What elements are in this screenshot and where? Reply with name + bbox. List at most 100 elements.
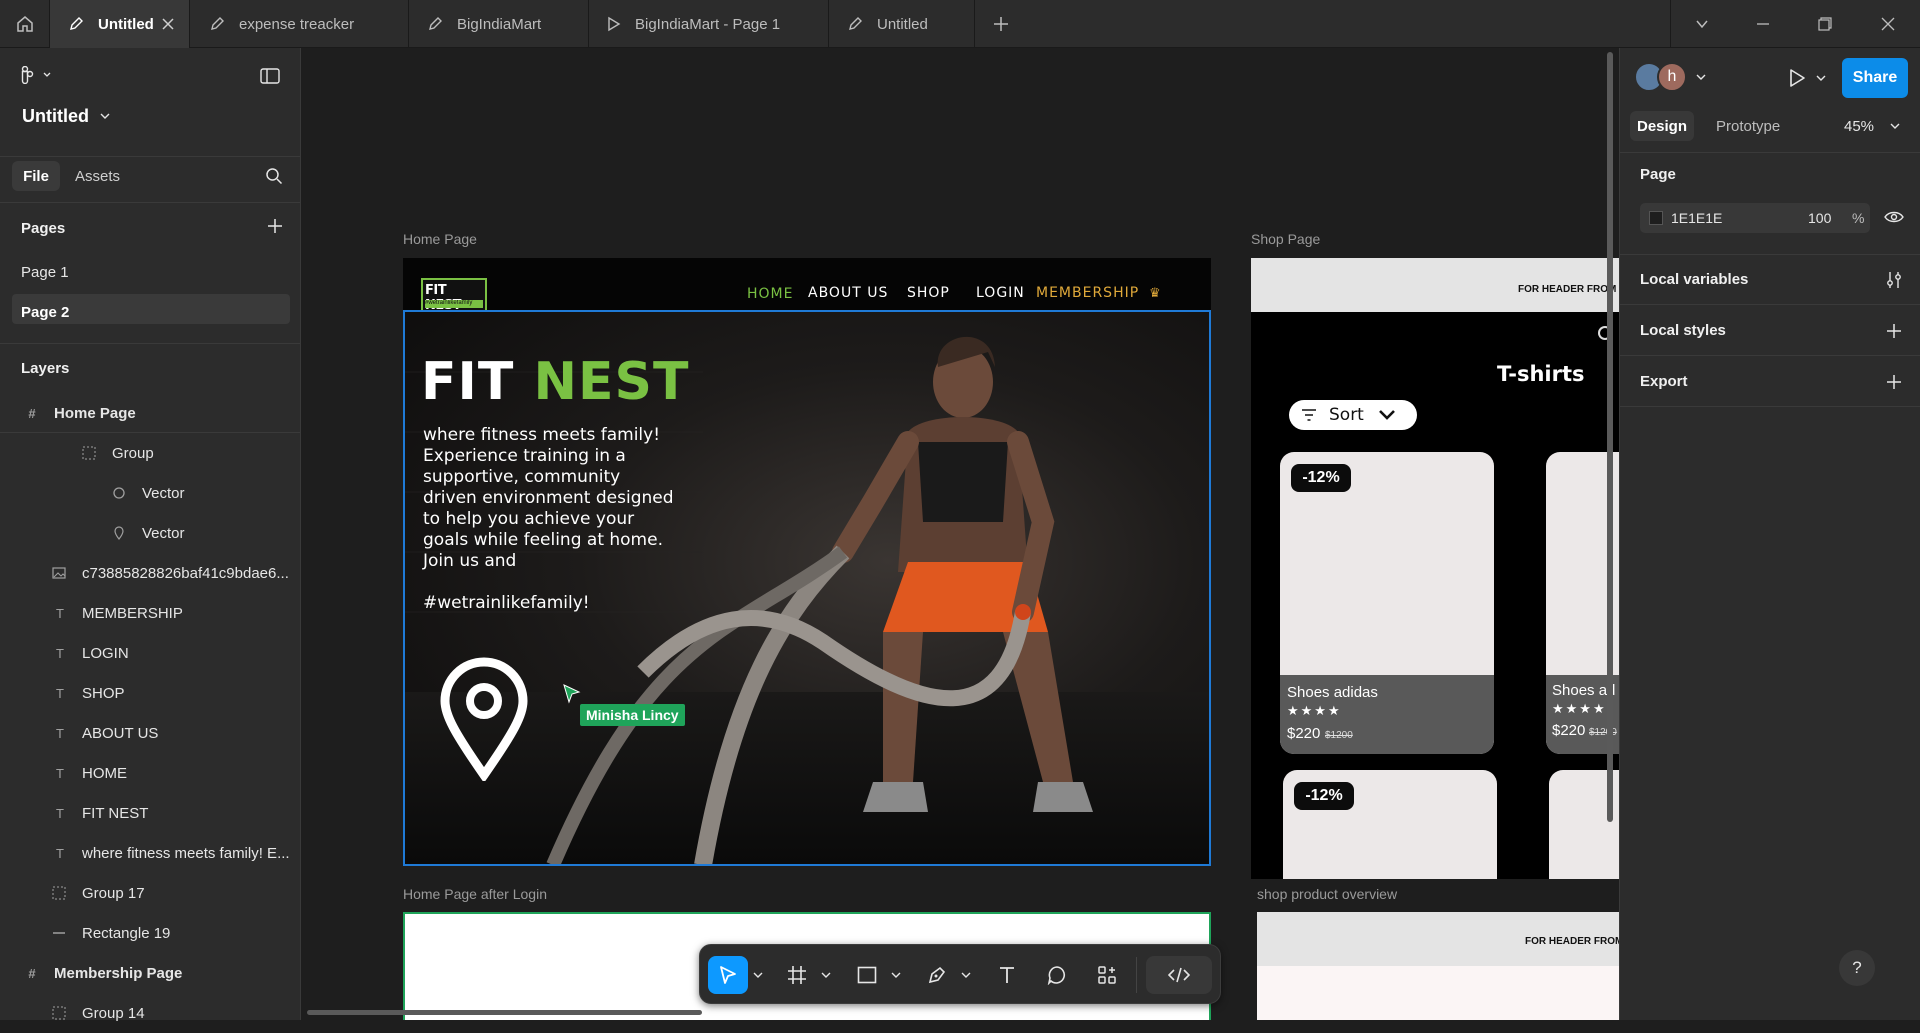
- product-card[interactable]: -12% Shoes adidas ★★★★ $220 $1200: [1280, 452, 1494, 754]
- layer-vector-ellipse[interactable]: Vector: [0, 473, 300, 513]
- pen-file-icon: [847, 16, 863, 32]
- horizontal-scrollbar[interactable]: [307, 1010, 702, 1015]
- frame-label-shop-overview[interactable]: shop product overview: [1257, 886, 1397, 902]
- nav-membership[interactable]: MEMBERSHIP: [1036, 285, 1139, 301]
- add-style-plus-icon[interactable]: [1886, 323, 1902, 339]
- nav-login[interactable]: LOGIN: [976, 285, 1025, 301]
- local-styles-section[interactable]: Local styles: [1620, 306, 1920, 356]
- file-name[interactable]: Untitled: [22, 106, 89, 127]
- layer-rectangle-19[interactable]: Rectangle 19: [0, 913, 300, 953]
- shop-overview-frame[interactable]: FOR HEADER FROM: [1257, 912, 1619, 1020]
- zoom-level[interactable]: 45%: [1844, 118, 1874, 135]
- pen-tool-chevron-icon[interactable]: [958, 956, 974, 994]
- sort-dropdown[interactable]: Sort: [1289, 400, 1417, 430]
- layer-group-17[interactable]: Group 17: [0, 873, 300, 913]
- overview-header: FOR HEADER FROM: [1257, 912, 1619, 966]
- page-item-page-1[interactable]: Page 1: [21, 264, 69, 281]
- local-variables-section[interactable]: Local variables: [1620, 255, 1920, 305]
- nav-about-us[interactable]: ABOUT US: [808, 285, 888, 301]
- tab-untitled[interactable]: Untitled: [829, 0, 975, 48]
- canvas[interactable]: Home Page Shop Page Home Page after Logi…: [301, 48, 1619, 1020]
- pen-tool-icon[interactable]: [918, 956, 956, 994]
- close-tab-icon[interactable]: [161, 17, 175, 31]
- export-section[interactable]: Export: [1620, 357, 1920, 407]
- tab-bigindiamart[interactable]: BigIndiaMart: [409, 0, 589, 48]
- hero-image[interactable]: FIT NEST where fitness meets family! Exp…: [403, 312, 1211, 865]
- hero-title-fit: FIT: [421, 352, 515, 412]
- new-tab-plus-icon[interactable]: [975, 0, 1027, 48]
- add-export-plus-icon[interactable]: [1886, 374, 1902, 390]
- layer-image[interactable]: c73885828826baf41c9bdae6...: [0, 553, 300, 593]
- tab-bigindiamart-page-1[interactable]: BigIndiaMart - Page 1: [589, 0, 829, 48]
- zoom-chevron-icon[interactable]: [1890, 122, 1900, 130]
- layer-group-14[interactable]: Group 14: [0, 993, 300, 1033]
- shape-tool-chevron-icon[interactable]: [888, 956, 904, 994]
- tab-prototype[interactable]: Prototype: [1716, 118, 1780, 135]
- frame-tool-chevron-icon[interactable]: [818, 956, 834, 994]
- image-icon: [52, 566, 68, 580]
- frame-label-shop-page[interactable]: Shop Page: [1251, 231, 1320, 247]
- comment-tool-icon[interactable]: [1038, 956, 1076, 994]
- avatars-chevron-icon[interactable]: [1696, 73, 1706, 81]
- move-tool-chevron-icon[interactable]: [750, 956, 766, 994]
- present-chevron-icon[interactable]: [1816, 74, 1826, 82]
- shop-page-frame[interactable]: FOR HEADER FROM H T-shirts Sort -12% Sho…: [1251, 258, 1619, 879]
- text-tool-icon[interactable]: [988, 956, 1026, 994]
- nav-shop[interactable]: SHOP: [907, 285, 950, 301]
- layer-text-fit-nest[interactable]: T FIT NEST: [0, 793, 300, 833]
- bottom-toolbar: [699, 944, 1221, 1004]
- layer-text-home[interactable]: T HOME: [0, 753, 300, 793]
- figma-main-menu-icon[interactable]: [20, 66, 52, 84]
- home-icon[interactable]: [0, 0, 50, 48]
- product-old-price: $1200: [1325, 730, 1353, 741]
- help-button[interactable]: ?: [1839, 950, 1875, 986]
- tab-untitled-active[interactable]: Untitled: [50, 0, 190, 48]
- eye-visibility-icon[interactable]: [1884, 210, 1904, 224]
- layer-group[interactable]: Group: [0, 433, 300, 473]
- tab-file[interactable]: File: [12, 161, 60, 191]
- dev-mode-code-icon[interactable]: [1146, 956, 1212, 994]
- move-tool-cursor-icon[interactable]: [708, 956, 748, 994]
- layer-text-membership[interactable]: T MEMBERSHIP: [0, 593, 300, 633]
- avatar[interactable]: h: [1657, 62, 1687, 92]
- actions-tool-icon[interactable]: [1088, 956, 1126, 994]
- vertical-scrollbar[interactable]: [1607, 52, 1613, 822]
- tab-assets[interactable]: Assets: [75, 168, 120, 185]
- share-button[interactable]: Share: [1842, 58, 1908, 98]
- close-window-icon[interactable]: [1856, 0, 1920, 48]
- location-pin-icon[interactable]: [439, 657, 529, 781]
- present-play-icon[interactable]: [1788, 68, 1806, 88]
- layer-text-login[interactable]: T LOGIN: [0, 633, 300, 673]
- page-item-page-2[interactable]: Page 2: [21, 304, 69, 321]
- color-swatch[interactable]: [1649, 211, 1663, 225]
- add-page-plus-icon[interactable]: [267, 218, 283, 234]
- frame-label-home-after-login[interactable]: Home Page after Login: [403, 886, 547, 902]
- page-fill-field[interactable]: 1E1E1E 100 %: [1640, 203, 1870, 233]
- overview-header-text: FOR HEADER FROM: [1525, 936, 1619, 947]
- file-menu-chevron-icon[interactable]: [100, 112, 110, 120]
- tab-design[interactable]: Design: [1630, 111, 1694, 141]
- frame-tool-icon[interactable]: [778, 956, 816, 994]
- page-opacity[interactable]: 100: [1808, 210, 1831, 226]
- layer-text-tagline[interactable]: Twhere fitness meets family! E...: [0, 833, 300, 873]
- minimize-icon[interactable]: [1732, 0, 1794, 48]
- toggle-sidebar-icon[interactable]: [260, 68, 280, 84]
- product-price: $220: [1552, 722, 1586, 739]
- layer-home-page[interactable]: # Home Page: [0, 393, 300, 433]
- tabs-dropdown-chevron-icon[interactable]: [1670, 0, 1732, 48]
- layer-text-about-us[interactable]: T ABOUT US: [0, 713, 300, 753]
- layer-vector-pin[interactable]: Vector: [0, 513, 300, 553]
- variables-sliders-icon[interactable]: [1886, 271, 1902, 289]
- tab-expense-treacker[interactable]: expense treacker: [191, 0, 409, 48]
- shop-title: T-shirts: [1497, 362, 1585, 386]
- rectangle-tool-icon[interactable]: [848, 956, 886, 994]
- search-icon[interactable]: [265, 167, 283, 185]
- page-color-hex[interactable]: 1E1E1E: [1671, 210, 1722, 226]
- product-card[interactable]: -12%: [1283, 770, 1497, 879]
- layer-text-shop[interactable]: T SHOP: [0, 673, 300, 713]
- restore-icon[interactable]: [1794, 0, 1856, 48]
- frame-label-home-page[interactable]: Home Page: [403, 231, 477, 247]
- nav-home[interactable]: HOME: [747, 286, 793, 302]
- layer-membership-page[interactable]: # Membership Page: [0, 953, 300, 993]
- shop-header-text: FOR HEADER FROM H: [1518, 284, 1619, 295]
